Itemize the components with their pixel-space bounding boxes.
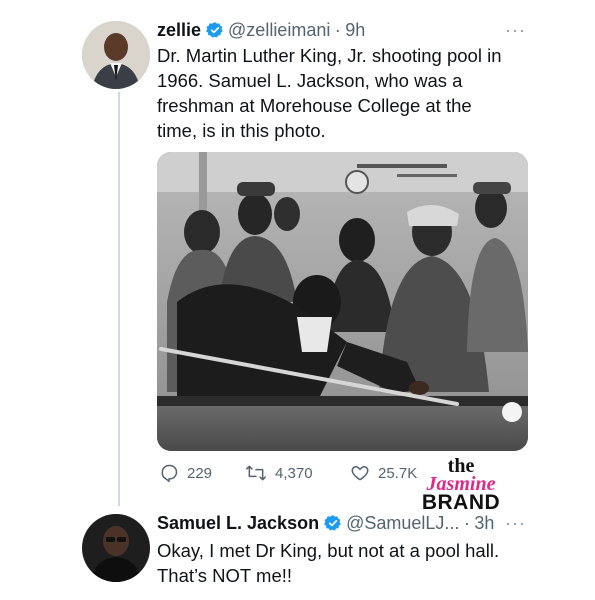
retweet-icon — [246, 465, 266, 481]
tweet1-text-line: freshman at Morehouse College at the — [157, 95, 472, 116]
tweet2-handle[interactable]: @SamuelLJ... — [346, 513, 459, 533]
avatar-zellie[interactable] — [82, 21, 150, 89]
retweet-count: 4,370 — [275, 464, 313, 482]
tweet2-text-line: Okay, I met Dr King, but not at a pool h… — [157, 540, 500, 561]
tweet1-text: Dr. Martin Luther King, Jr. shooting poo… — [157, 43, 537, 143]
retweet-button[interactable]: 4,370 — [245, 463, 313, 483]
tweet2-text-line: That’s NOT me!! — [157, 565, 293, 586]
verified-badge-icon — [324, 514, 342, 532]
avatar-samuel-l-jackson[interactable] — [82, 514, 150, 582]
tweet2-separator: · — [463, 513, 470, 533]
reply-count: 229 — [187, 464, 213, 482]
thread-line — [118, 92, 120, 506]
watermark-line3: BRAND — [421, 491, 501, 514]
like-button[interactable]: 25.7K — [350, 463, 417, 483]
like-icon — [351, 466, 369, 481]
tweet1-more-icon[interactable]: ··· — [505, 20, 526, 41]
avatar-samuel-image — [82, 514, 150, 582]
tweet1-header: zellie @zellieimani · 9h — [157, 20, 365, 41]
tweet1-photo[interactable] — [157, 152, 528, 451]
verified-badge-icon — [206, 21, 224, 39]
reply-icon — [161, 464, 178, 483]
tweet1-text-line: time, is in this photo. — [157, 120, 326, 141]
tweet2-author-name[interactable]: Samuel L. Jackson — [157, 513, 319, 533]
tweet1-handle[interactable]: @zellieimani — [228, 20, 330, 40]
tweet2-text: Okay, I met Dr King, but not at a pool h… — [157, 538, 537, 588]
watermark-logo: the Jasmine BRAND — [418, 456, 504, 513]
tweet2-header: Samuel L. Jackson @SamuelLJ... · 3h — [157, 513, 494, 534]
tweet1-text-line: Dr. Martin Luther King, Jr. shooting poo… — [157, 45, 502, 66]
pool-hall-photo — [157, 152, 528, 451]
tweet1-timestamp[interactable]: 9h — [345, 20, 365, 40]
reply-button[interactable]: 229 — [159, 463, 212, 483]
tweet1-author-name[interactable]: zellie — [157, 20, 201, 40]
avatar-zellie-image — [82, 21, 150, 89]
tweet2-timestamp[interactable]: 3h — [474, 513, 494, 533]
tweet2-more-icon[interactable]: ··· — [505, 513, 526, 534]
like-count: 25.7K — [378, 464, 418, 482]
tweet1-separator: · — [334, 20, 341, 40]
tweet1-text-line: 1966. Samuel L. Jackson, who was a — [157, 70, 463, 91]
